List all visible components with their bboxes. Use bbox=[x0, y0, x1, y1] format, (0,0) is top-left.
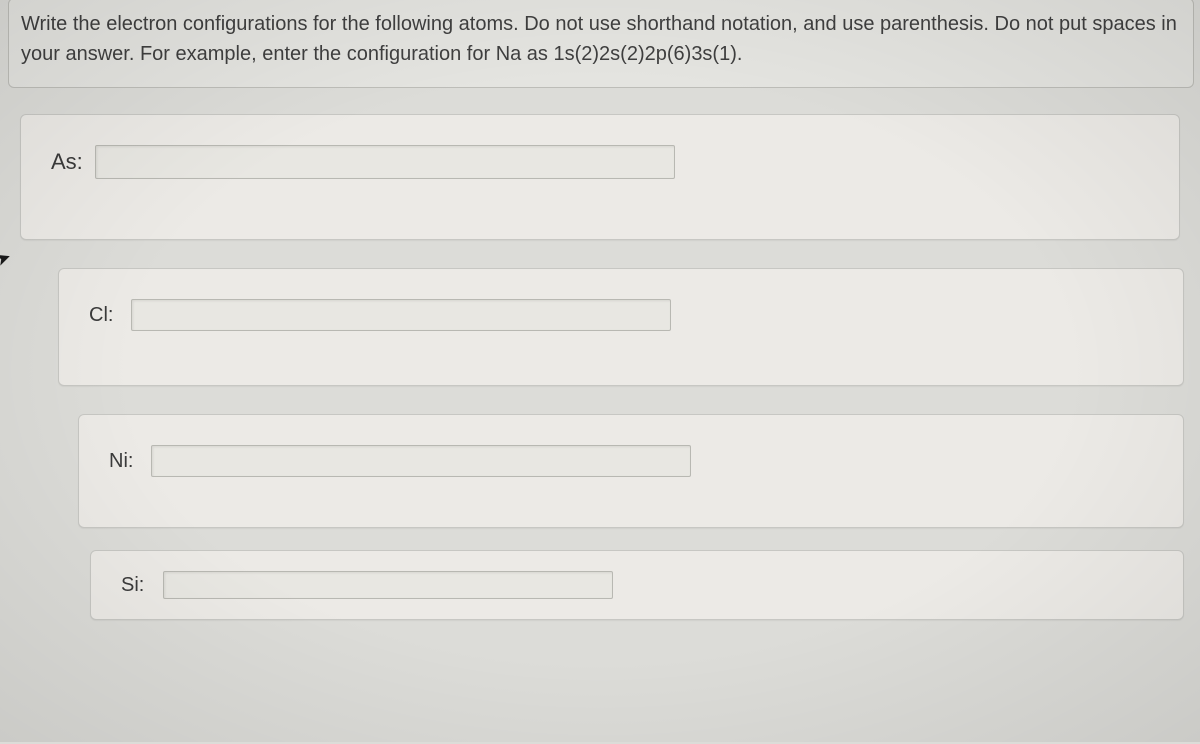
answer-input-cl[interactable] bbox=[131, 299, 671, 331]
question-card-cl: Cl: bbox=[58, 268, 1184, 386]
answer-input-as[interactable] bbox=[95, 145, 675, 179]
answer-input-si[interactable] bbox=[163, 571, 613, 599]
question-row: Ni: bbox=[109, 445, 1159, 477]
answer-input-ni[interactable] bbox=[151, 445, 691, 477]
question-list: As: Cl: Ni: Si: bbox=[0, 88, 1200, 620]
question-label-as: As: bbox=[51, 149, 83, 175]
question-label-cl: Cl: bbox=[89, 304, 119, 327]
instructions-text: Write the electron configurations for th… bbox=[21, 9, 1181, 69]
question-label-si: Si: bbox=[121, 574, 151, 597]
question-card-si: Si: bbox=[90, 550, 1184, 620]
question-card-ni: Ni: bbox=[78, 414, 1184, 528]
question-card-as: As: bbox=[20, 114, 1180, 240]
instructions-box: Write the electron configurations for th… bbox=[8, 0, 1194, 88]
question-row: Cl: bbox=[89, 299, 1159, 331]
question-row: As: bbox=[51, 145, 1155, 179]
question-row: Si: bbox=[121, 571, 1159, 599]
question-label-ni: Ni: bbox=[109, 450, 139, 473]
